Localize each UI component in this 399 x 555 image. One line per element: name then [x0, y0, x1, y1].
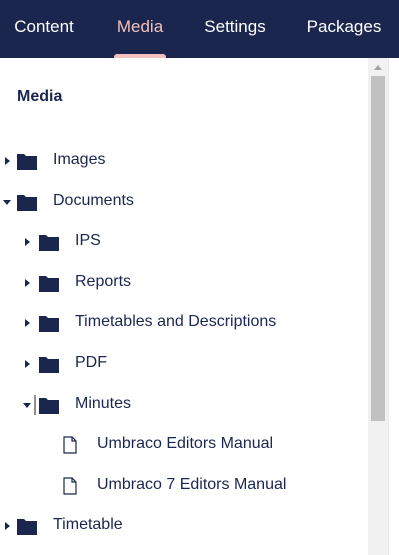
tree-item-minutes[interactable]: Minutes [0, 389, 368, 421]
tree-item-label: Minutes [75, 395, 132, 412]
caret-right-icon[interactable] [20, 276, 34, 290]
tree-item-umbraco-editors-manual[interactable]: Umbraco Editors Manual [0, 429, 368, 461]
tree-item-label: Timetable [53, 516, 123, 533]
folder-icon [17, 519, 37, 535]
tree-item-timetables-and-descriptions[interactable]: Timetables and Descriptions [0, 307, 368, 339]
tree-item-umbraco-7-editors-manual[interactable]: Umbraco 7 Editors Manual [0, 470, 368, 502]
folder-icon [39, 276, 59, 292]
tree-item-label: Timetables and Descriptions [75, 313, 277, 330]
tree-item-timetable[interactable]: Timetable [0, 510, 368, 542]
caret-right-icon[interactable] [0, 519, 14, 533]
tab-media[interactable]: Media [106, 0, 174, 58]
folder-icon [39, 235, 59, 251]
tab-label: Media [116, 17, 164, 36]
tree-scrollbar[interactable] [368, 58, 388, 555]
tree-item-label: Umbraco 7 Editors Manual [97, 476, 287, 493]
scroll-up-arrow-icon[interactable] [374, 65, 382, 70]
tree-item-label: Reports [75, 273, 132, 290]
caret-right-icon[interactable] [20, 357, 34, 371]
folder-icon [39, 357, 59, 373]
tree-item-label: Images [53, 151, 106, 168]
caret-right-icon[interactable] [20, 235, 34, 249]
tab-packages[interactable]: Packages [296, 0, 392, 58]
caret-right-icon[interactable] [0, 154, 14, 168]
tab-label: Settings [204, 17, 266, 36]
media-tree-panel: Media Images Documents IPS Reports Timet… [0, 58, 368, 555]
folder-icon [39, 398, 59, 414]
tree-item-documents[interactable]: Documents [0, 186, 368, 218]
document-icon [63, 436, 77, 454]
scrollbar-thumb[interactable] [371, 76, 385, 421]
tab-content[interactable]: Content [0, 0, 88, 58]
tree-item-reports[interactable]: Reports [0, 267, 368, 299]
tree-item-ips[interactable]: IPS [0, 226, 368, 258]
current-node-marker [34, 395, 36, 415]
caret-down-icon[interactable] [0, 195, 14, 209]
tab-label: Packages [306, 17, 382, 36]
tree-item-label: IPS [75, 232, 101, 249]
tree-item-label: Umbraco Editors Manual [97, 435, 274, 452]
top-navigation: Content Media Settings Packages [0, 0, 399, 58]
caret-down-icon[interactable] [20, 398, 34, 412]
panel-divider [388, 58, 399, 555]
document-icon [63, 477, 77, 495]
folder-icon [17, 195, 37, 211]
tree-item-label: Documents [53, 192, 134, 209]
tree-item-images[interactable]: Images [0, 145, 368, 177]
tab-label: Content [14, 17, 74, 36]
folder-icon [17, 154, 37, 170]
tree-title: Media [17, 88, 63, 105]
tree-item-pdf[interactable]: PDF [0, 348, 368, 380]
tab-settings[interactable]: Settings [196, 0, 274, 58]
folder-icon [39, 316, 59, 332]
caret-right-icon[interactable] [20, 316, 34, 330]
tree-item-label: PDF [75, 354, 107, 371]
